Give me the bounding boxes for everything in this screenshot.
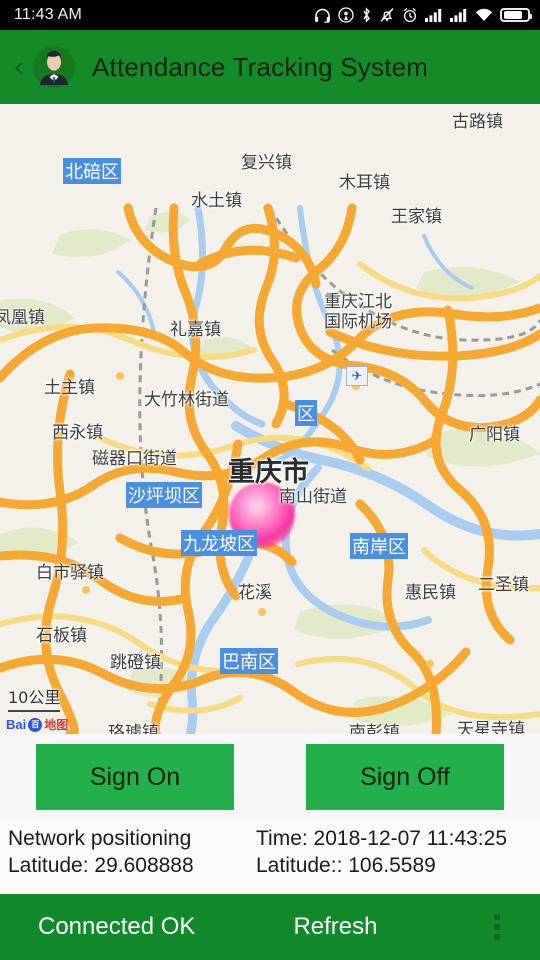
baidu-paw-icon: 百 bbox=[28, 717, 43, 732]
wifi-icon bbox=[476, 8, 492, 21]
airport-icon: ✈ bbox=[346, 366, 368, 386]
status-bar-clock: 11:43 AM bbox=[14, 6, 83, 23]
bottom-bar: Connected OK Refresh bbox=[0, 894, 540, 960]
page-title: Attendance Tracking System bbox=[92, 51, 429, 82]
map-label: 石板镇 bbox=[36, 626, 87, 646]
signal-sim1-icon bbox=[425, 9, 442, 22]
map-label: 区 bbox=[295, 400, 317, 426]
map-label: 广阳镇 bbox=[469, 425, 520, 445]
map-label: 南山街道 bbox=[279, 487, 347, 507]
map-scale-bar: 10公里 bbox=[8, 684, 60, 712]
map-label: 沙坪坝区 bbox=[126, 482, 202, 508]
location-icon bbox=[338, 7, 354, 23]
longitude-label: Latitude:: 106.5589 bbox=[256, 853, 436, 877]
map-label: 白市驿镇 bbox=[36, 563, 104, 583]
map-scale-label: 10公里 bbox=[8, 688, 61, 707]
sign-off-button[interactable]: Sign Off bbox=[306, 744, 504, 810]
map-label: 古路镇 bbox=[452, 112, 503, 132]
attendance-actions: Sign On Sign Off bbox=[0, 734, 540, 820]
map-view[interactable]: ✈ 古路镇 复兴镇 木耳镇 北碚区 水土镇 王家镇 重庆江北 国际机场 凤凰镇 礼嘉镇 土主镇 大竹林… bbox=[0, 104, 540, 734]
positioning-mode-label: Network positioning bbox=[8, 827, 192, 850]
map-label: 水土镇 bbox=[191, 191, 242, 211]
map-label: 惠民镇 bbox=[405, 583, 456, 603]
status-bar-icons bbox=[314, 7, 532, 23]
battery-icon bbox=[500, 8, 532, 22]
map-label: 西永镇 bbox=[52, 423, 103, 443]
businessman-avatar-icon bbox=[32, 45, 76, 89]
map-label: 二圣镇 bbox=[478, 575, 529, 595]
back-button[interactable]: ‹ bbox=[8, 53, 30, 81]
silent-mode-icon bbox=[380, 8, 394, 22]
connection-status: Connected OK bbox=[38, 913, 196, 940]
info-row: Latitude: 29.608888 Latitude:: 106.5589 bbox=[8, 853, 532, 880]
map-label: 珞璩镇 bbox=[108, 723, 159, 734]
signal-sim2-icon bbox=[450, 9, 467, 22]
status-bar: 11:43 AM bbox=[0, 0, 540, 30]
map-label: 南彭镇 bbox=[349, 723, 400, 734]
app-bar: ‹ Attendance Tracking System bbox=[0, 30, 540, 104]
location-info-panel: Network positioning Time: 2018-12-07 11:… bbox=[0, 820, 540, 894]
map-label: 礼嘉镇 bbox=[170, 320, 221, 340]
map-label: 磁器口街道 bbox=[92, 449, 177, 469]
map-label: 九龙坡区 bbox=[181, 530, 257, 556]
headphones-icon bbox=[315, 8, 330, 23]
map-label: 大竹林街道 bbox=[144, 390, 229, 410]
refresh-button[interactable]: Refresh bbox=[293, 913, 377, 941]
map-label: 国际机场 bbox=[324, 312, 392, 332]
map-label: 土主镇 bbox=[44, 378, 95, 398]
timestamp-label: Time: 2018-12-07 11:43:25 bbox=[256, 827, 507, 850]
map-label: 北碚区 bbox=[63, 158, 121, 184]
map-label: 复兴镇 bbox=[241, 153, 292, 173]
info-row: Network positioning Time: 2018-12-07 11:… bbox=[8, 826, 532, 853]
bluetooth-icon bbox=[363, 7, 370, 23]
overflow-menu-icon[interactable] bbox=[494, 914, 500, 940]
baidu-maps-logo: Bai 百 地图 bbox=[6, 717, 69, 732]
map-label: 南岸区 bbox=[350, 533, 408, 559]
map-label: 跳磴镇 bbox=[110, 653, 161, 673]
map-label: 天星寺镇 bbox=[457, 720, 525, 734]
map-scale-line bbox=[8, 710, 60, 712]
map-label: 巴南区 bbox=[220, 648, 278, 674]
map-label: 王家镇 bbox=[391, 207, 442, 227]
map-label: 凤凰镇 bbox=[0, 308, 45, 328]
map-label: 木耳镇 bbox=[339, 173, 390, 193]
alarm-icon bbox=[403, 7, 417, 23]
latitude-label: Latitude: 29.608888 bbox=[8, 853, 194, 877]
map-label: 花溪 bbox=[238, 583, 272, 603]
sign-on-button[interactable]: Sign On bbox=[36, 744, 234, 810]
